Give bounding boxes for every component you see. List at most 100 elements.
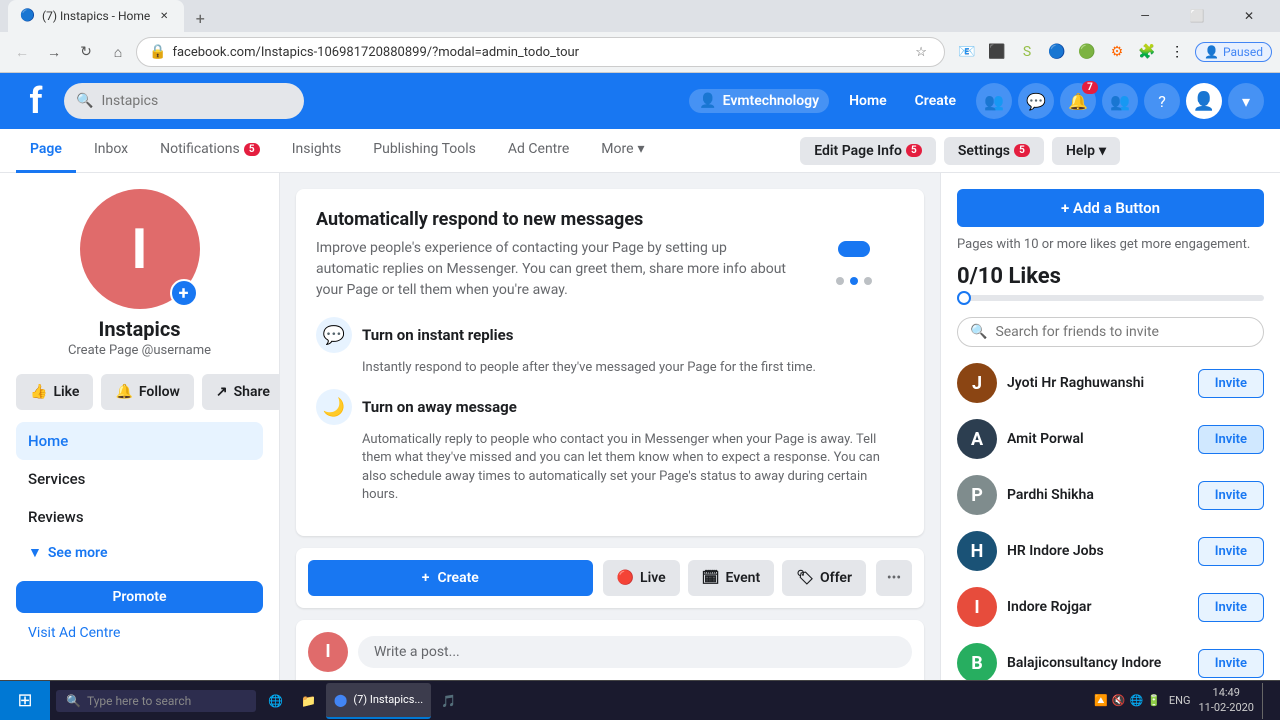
page-nav-page[interactable]: Page [16, 129, 76, 173]
likes-hint: Pages with 10 or more likes get more eng… [957, 237, 1264, 252]
close-btn[interactable]: ✕ [1226, 0, 1272, 32]
post-avatar: I [308, 632, 348, 672]
create-btn[interactable]: + Create [308, 560, 593, 596]
page-nav-publishing-tools[interactable]: Publishing Tools [359, 129, 490, 173]
maximize-btn[interactable]: ⬜ [1174, 0, 1220, 32]
live-btn[interactable]: 🔴 Live [603, 560, 680, 596]
fb-search-icon: 🔍 [76, 93, 93, 109]
follow-btn[interactable]: 🔔 Follow [101, 374, 193, 410]
fb-nav-create[interactable]: Create [903, 87, 968, 115]
ext-icon-4[interactable]: 🔵 [1043, 38, 1071, 66]
profile-avatar-icon: 👤 [1204, 45, 1219, 59]
gmail-ext-icon[interactable]: 📧 [953, 38, 981, 66]
avatar-add-btn[interactable]: + [170, 279, 198, 307]
fb-notifications-icon[interactable]: 🔔 7 [1060, 83, 1096, 119]
fb-help-icon[interactable]: ? [1144, 83, 1180, 119]
sidebar-nav-reviews[interactable]: Reviews [16, 498, 263, 536]
shopify-ext-icon[interactable]: S [1013, 38, 1041, 66]
like-btn[interactable]: 👍 Like [16, 374, 93, 410]
title-bar-controls: — ⬜ ✕ [1122, 0, 1272, 32]
offer-icon: 🏷 [796, 570, 814, 586]
event-btn[interactable]: 🗓 Event [688, 560, 774, 596]
offer-btn[interactable]: 🏷 Offer [782, 560, 866, 596]
new-tab-btn[interactable]: + [186, 4, 214, 32]
invite-btn-5[interactable]: Invite [1198, 593, 1264, 622]
fb-groups-icon[interactable]: 👥 [1102, 83, 1138, 119]
sidebar-nav-services[interactable]: Services [16, 460, 263, 498]
taskbar: ⊞ 🔍 Type here to search 🌐 📁 ⬤ (7) Instap… [0, 680, 1280, 720]
notifications-nav-badge: 5 [244, 143, 260, 156]
visit-ad-centre-link[interactable]: Visit Ad Centre [16, 621, 263, 645]
taskbar-item-explorer[interactable]: 📁 [293, 683, 324, 719]
invite-btn-2[interactable]: Invite [1198, 425, 1264, 454]
sidebar-nav-home[interactable]: Home [16, 422, 263, 460]
page-name: Instapics [98, 317, 180, 341]
home-btn[interactable]: ⌂ [104, 38, 132, 66]
reload-btn[interactable]: ↻ [72, 38, 100, 66]
fb-user-avatar[interactable]: 👤 [1186, 83, 1222, 119]
instant-reply-title: Turn on instant replies [362, 326, 513, 344]
minimize-btn[interactable]: — [1122, 0, 1168, 32]
notifications-badge: 7 [1082, 81, 1098, 94]
page-nav-ad-centre[interactable]: Ad Centre [494, 129, 583, 173]
edit-page-btn[interactable]: Edit Page Info 5 [800, 137, 936, 165]
create-actions: 🔴 Live 🗓 Event 🏷 Offer [603, 560, 866, 596]
invite-search[interactable]: 🔍 [957, 317, 1264, 347]
event-icon: 🗓 [702, 570, 720, 586]
invite-btn-4[interactable]: Invite [1198, 537, 1264, 566]
start-btn[interactable]: ⊞ [0, 681, 50, 720]
taskbar-item-edge[interactable]: 🌐 [260, 683, 291, 719]
page-nav-insights[interactable]: Insights [278, 129, 356, 173]
fb-friends-icon[interactable]: 👥 [976, 83, 1012, 119]
active-tab[interactable]: 🔵 (7) Instapics - Home ✕ [8, 0, 184, 32]
taskbar-search[interactable]: 🔍 Type here to search [56, 690, 256, 712]
puzzle-icon[interactable]: 🧩 [1133, 38, 1161, 66]
page-nav-inbox[interactable]: Inbox [80, 129, 142, 173]
fb-messenger-icon[interactable]: 💬 [1018, 83, 1054, 119]
forward-btn[interactable]: → [40, 38, 68, 66]
taskbar-item-chrome[interactable]: ⬤ (7) Instapics... [326, 683, 431, 719]
friend-avatar-2: A [957, 419, 997, 459]
sidebar-nav: Home Services Reviews ▼ See more [16, 422, 263, 569]
friend-avatar-4: H [957, 531, 997, 571]
invite-search-input[interactable] [995, 324, 1251, 340]
settings-btn[interactable]: Settings 5 [944, 137, 1044, 165]
fb-search-bar[interactable]: 🔍 [64, 83, 304, 119]
write-post-input[interactable]: Write a post... [358, 636, 912, 668]
fb-nav-home[interactable]: Home [837, 87, 899, 115]
fb-dropdown-icon[interactable]: ▾ [1228, 83, 1264, 119]
tab-close-btn[interactable]: ✕ [156, 8, 172, 24]
settings-icon[interactable]: ⋮ [1163, 38, 1191, 66]
add-button-btn[interactable]: + Add a Button [957, 189, 1264, 227]
help-btn[interactable]: Help ▾ [1052, 137, 1120, 165]
message-card-btn[interactable] [838, 241, 870, 257]
taskbar-item-music[interactable]: 🎵 [433, 683, 464, 719]
fb-search-input[interactable] [101, 93, 292, 109]
ext-icon-5[interactable]: 🟢 [1073, 38, 1101, 66]
fb-user-btn[interactable]: 👤 Evmtechnology [689, 89, 829, 113]
back-btn[interactable]: ← [8, 38, 36, 66]
invite-btn-1[interactable]: Invite [1198, 369, 1264, 398]
ext-icon-6[interactable]: ⚙ [1103, 38, 1131, 66]
taskbar-search-placeholder: Type here to search [87, 694, 191, 708]
user-avatar-icon: 👤 [699, 93, 716, 109]
promote-btn[interactable]: Promote [16, 581, 263, 613]
taskbar-right: 🔼 🔇 🌐 🔋 ENG 14:49 11-02-2020 [1094, 683, 1280, 719]
bookmark-icon[interactable]: ☆ [910, 41, 932, 63]
browser-profile-btn[interactable]: 👤 Paused [1195, 42, 1272, 62]
create-more-btn[interactable]: ••• [876, 560, 912, 596]
likes-progress-bar [957, 295, 1264, 301]
page-nav-more[interactable]: More ▾ [587, 129, 658, 173]
fb-username: Evmtechnology [723, 93, 819, 109]
invite-btn-3[interactable]: Invite [1198, 481, 1264, 510]
dot-2 [850, 277, 858, 285]
share-btn[interactable]: ↗ Share [202, 374, 280, 410]
secure-icon: 🔒 [149, 44, 166, 60]
sidebar-see-more-btn[interactable]: ▼ See more [16, 536, 263, 569]
ext-icon-2[interactable]: ⬛ [983, 38, 1011, 66]
page-nav-notifications[interactable]: Notifications 5 [146, 129, 274, 173]
invite-btn-6[interactable]: Invite [1198, 649, 1264, 678]
show-desktop-btn[interactable] [1262, 683, 1270, 719]
address-bar[interactable]: 🔒 facebook.com/Instapics-106981720880899… [136, 37, 945, 67]
away-message-section: 🌙 Turn on away message Automatically rep… [316, 389, 904, 504]
